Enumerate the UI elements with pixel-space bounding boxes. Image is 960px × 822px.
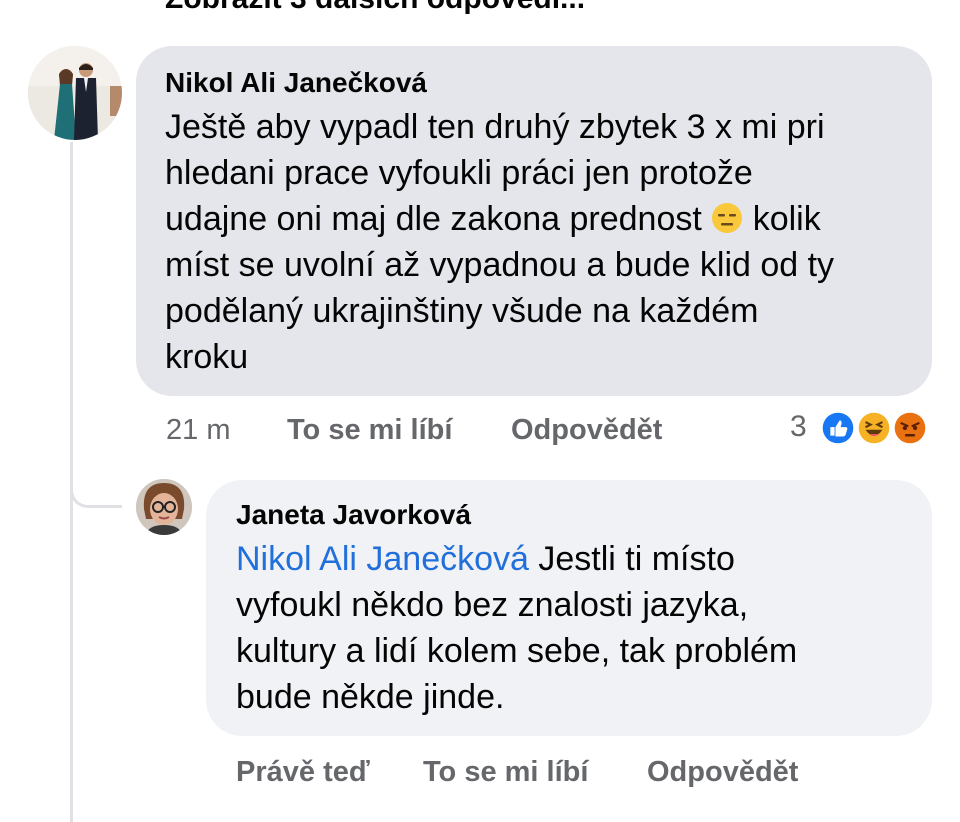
comment-text-line: udajne oni maj dle zakona prednost [165, 200, 712, 238]
view-more-replies-link[interactable]: Zobrazit 3 dalších odpovědí... [165, 0, 585, 16]
profile-photo-couple [28, 46, 122, 140]
comment-text-line: kolik [743, 200, 821, 238]
profile-photo-woman [136, 479, 192, 535]
like-button[interactable]: To se mi líbí [423, 756, 588, 789]
comment-text-line: Jestli ti místo [528, 540, 735, 578]
comment-text-line: Ještě aby vypadl ten druhý zbytek 3 x mi… [165, 108, 825, 146]
reply-button[interactable]: Odpovědět [511, 414, 662, 447]
comment-text-line: podělaný ukrajinštiny všude na každém [165, 292, 759, 330]
angry-icon [890, 408, 930, 448]
haha-icon [854, 408, 894, 448]
comment-timestamp[interactable]: 21 m [166, 414, 230, 447]
reply-bubble: Janeta Javorková Nikol Ali Janečková Jes… [206, 480, 932, 736]
comment-bubble: Nikol Ali Janečková Ještě aby vypadl ten… [136, 46, 932, 396]
thread-branch-line [70, 440, 122, 508]
avatar[interactable] [136, 479, 192, 535]
comment-text-line: kroku [165, 338, 249, 376]
comment-text-line: hledani prace vyfoukli práci jen protože [165, 154, 753, 192]
comment-author[interactable]: Nikol Ali Janečková [165, 66, 906, 100]
comment-timestamp[interactable]: Právě teď [236, 756, 370, 789]
reaction-count[interactable]: 3 [790, 410, 807, 444]
like-icon [818, 408, 858, 448]
comment-text: Ještě aby vypadl ten druhý zbytek 3 x mi… [165, 104, 906, 380]
comment-text-line: bude někde jinde. [236, 678, 505, 716]
comment-text-line: kultury a lidí kolem sebe, tak problém [236, 632, 798, 670]
like-button[interactable]: To se mi líbí [287, 414, 452, 447]
reactions-summary[interactable] [816, 406, 936, 450]
expressionless-face-icon [712, 203, 743, 233]
comment-text-line: míst se uvolní až vypadnou a bude klid o… [165, 246, 835, 284]
comment-text-line: vyfoukl někdo bez znalosti jazyka, [236, 586, 749, 624]
comment-text: Nikol Ali Janečková Jestli ti místo vyfo… [236, 536, 906, 720]
avatar[interactable] [28, 46, 122, 140]
comment-author[interactable]: Janeta Javorková [236, 498, 906, 532]
reply-button[interactable]: Odpovědět [647, 756, 798, 789]
mention-link[interactable]: Nikol Ali Janečková [236, 540, 529, 578]
